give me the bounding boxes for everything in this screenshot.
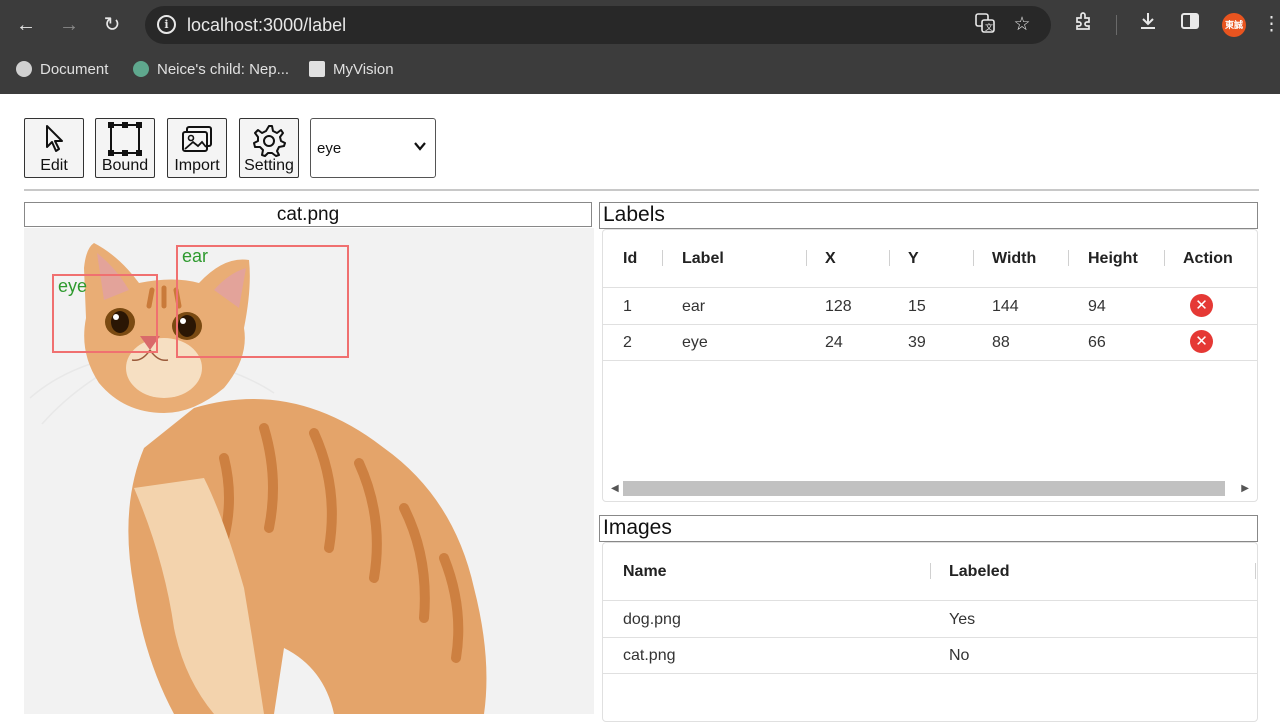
toolbar-divider (1116, 15, 1117, 35)
globe-icon (16, 61, 32, 77)
labels-table: Id Label X Y Width Height Action 1 ear 1… (602, 229, 1258, 502)
images-title: Images (599, 515, 1258, 542)
col-separator[interactable] (1068, 250, 1069, 266)
delete-label-button[interactable]: ✕ (1190, 330, 1213, 353)
labels-title: Labels (599, 202, 1258, 229)
cell-id: 1 (623, 298, 632, 315)
images-icon (182, 126, 212, 152)
cell-height: 94 (1088, 298, 1106, 315)
col-labeled[interactable]: Labeled (949, 563, 1009, 581)
col-separator[interactable] (806, 250, 807, 266)
col-separator[interactable] (889, 250, 890, 266)
bbox-eye-label: eye (58, 276, 88, 296)
image-title: cat.png (24, 202, 592, 227)
chatgpt-icon (133, 61, 149, 77)
browser-chrome: ← → ↻ i localhost:3000/label 文 ☆ 東誠 ⋮ Do… (0, 0, 1280, 94)
labeling-canvas[interactable]: ear eye (24, 228, 594, 714)
cell-width: 88 (992, 334, 1010, 351)
cell-width: 144 (992, 298, 1019, 315)
svg-text:文: 文 (985, 22, 993, 32)
table-row[interactable]: 1 ear 128 15 144 94 ✕ (603, 289, 1257, 325)
side-panel-icon[interactable] (1175, 10, 1205, 40)
horizontal-scrollbar[interactable]: ◀ ▶ (603, 480, 1257, 497)
scroll-right-icon[interactable]: ▶ (1241, 480, 1249, 497)
col-y[interactable]: Y (908, 250, 919, 268)
images-table: Name Labeled dog.png Yes cat.png No (602, 542, 1258, 722)
col-separator[interactable] (973, 250, 974, 266)
cell-x: 128 (825, 298, 852, 315)
col-label[interactable]: Label (682, 250, 724, 268)
label-class-select-value: eye (317, 140, 342, 157)
gear-icon (253, 125, 286, 157)
bookmark-myvision[interactable]: MyVision (309, 60, 394, 82)
cell-id: 2 (623, 334, 632, 351)
bookmark-star-icon[interactable]: ☆ (1009, 12, 1035, 38)
scroll-left-icon[interactable]: ◀ (611, 480, 619, 497)
bookmark-neice[interactable]: Neice's child: Nep... (133, 60, 289, 82)
bounding-box-icon (108, 122, 142, 156)
label-class-select[interactable]: eye (310, 118, 436, 178)
cell-labeled: Yes (949, 611, 976, 628)
cell-height: 66 (1088, 334, 1106, 351)
translate-icon[interactable]: 文 (972, 12, 998, 38)
cell-label: eye (682, 334, 708, 351)
setting-button[interactable]: Setting (239, 118, 299, 178)
divider (24, 189, 1259, 191)
cell-y: 39 (908, 334, 926, 351)
cell-name: cat.png (623, 647, 676, 664)
chevron-down-icon (414, 142, 426, 151)
table-row[interactable]: dog.png Yes (603, 602, 1257, 638)
col-x[interactable]: X (825, 250, 836, 268)
images-table-header: Name Labeled (603, 543, 1257, 601)
import-button[interactable]: Import (167, 118, 227, 178)
forward-arrow-icon[interactable]: → (54, 10, 84, 40)
back-arrow-icon[interactable]: ← (11, 10, 41, 40)
address-url[interactable]: localhost:3000/label (187, 15, 346, 36)
site-info-icon[interactable]: i (157, 15, 176, 34)
cell-name: dog.png (623, 611, 681, 628)
cell-labeled: No (949, 647, 970, 664)
cell-x: 24 (825, 334, 843, 351)
col-id[interactable]: Id (623, 250, 637, 268)
bookmarks-bar: Document Neice's child: Nep... MyVision (0, 56, 1280, 84)
labels-table-header: Id Label X Y Width Height Action (603, 230, 1257, 288)
bound-button[interactable]: Bound (95, 118, 155, 178)
myvision-icon (309, 61, 325, 77)
delete-label-button[interactable]: ✕ (1190, 294, 1213, 317)
col-action[interactable]: Action (1183, 250, 1233, 268)
scrollbar-thumb[interactable] (623, 481, 1225, 496)
col-separator[interactable] (1255, 563, 1256, 579)
col-separator[interactable] (662, 250, 663, 266)
col-separator[interactable] (1164, 250, 1165, 266)
col-separator[interactable] (930, 563, 931, 579)
address-bar[interactable]: i localhost:3000/label 文 ☆ (145, 6, 1051, 44)
col-height[interactable]: Height (1088, 250, 1138, 268)
reload-icon[interactable]: ↻ (97, 10, 127, 40)
more-menu-icon[interactable]: ⋮ (1262, 10, 1280, 40)
col-width[interactable]: Width (992, 250, 1036, 268)
table-row[interactable]: cat.png No (603, 638, 1257, 674)
cursor-icon (46, 125, 63, 152)
extensions-icon[interactable] (1069, 10, 1099, 40)
profile-avatar[interactable]: 東誠 (1222, 13, 1246, 37)
bbox-ear-label: ear (182, 246, 209, 266)
col-name[interactable]: Name (623, 563, 667, 581)
download-icon[interactable] (1133, 10, 1163, 40)
bookmark-document[interactable]: Document (16, 60, 108, 82)
cell-y: 15 (908, 298, 926, 315)
edit-button[interactable]: Edit (24, 118, 84, 178)
cell-label: ear (682, 298, 706, 315)
table-row[interactable]: 2 eye 24 39 88 66 ✕ (603, 325, 1257, 361)
